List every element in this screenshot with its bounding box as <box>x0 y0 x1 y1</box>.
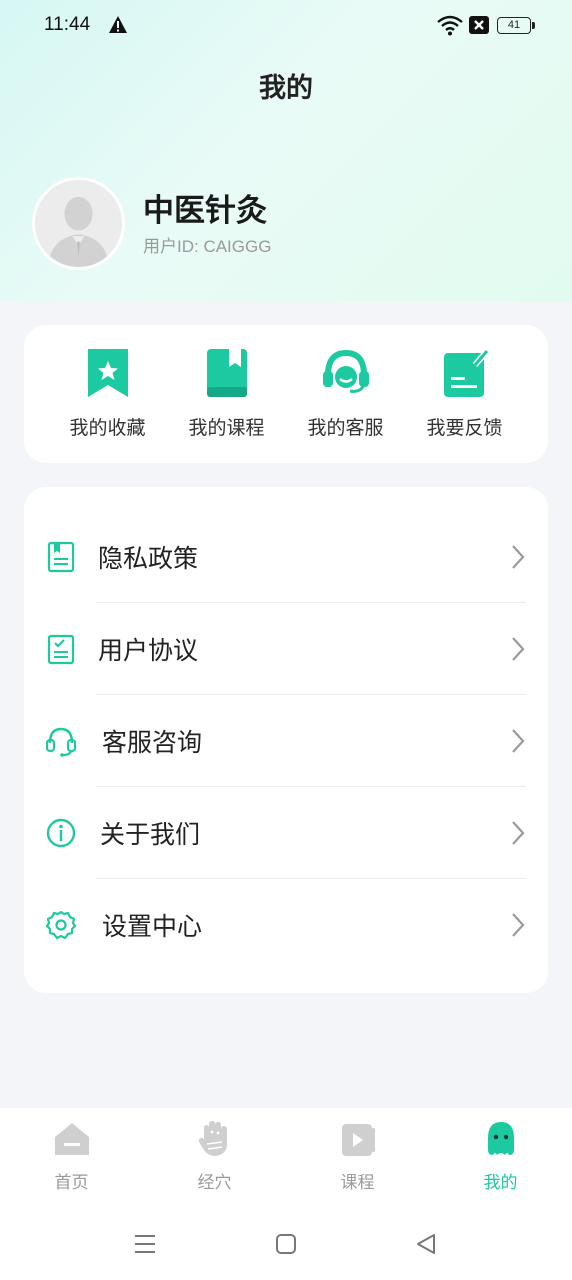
chevron-right-icon <box>512 913 525 937</box>
warning-icon <box>109 16 127 33</box>
menu-item-about[interactable]: 关于我们 <box>24 787 548 879</box>
chevron-right-icon <box>512 729 525 753</box>
default-avatar-icon <box>35 180 122 267</box>
bookmark-star-icon <box>88 349 128 397</box>
menu-item-label: 设置中心 <box>102 912 203 941</box>
quick-action-feedback[interactable]: 我要反馈 <box>399 325 530 463</box>
tab-label: 经穴 <box>197 1173 232 1193</box>
home-icon <box>55 1123 89 1155</box>
bottom-tab-bar: 首页 经穴 课程 我的 <box>0 1108 572 1208</box>
menu-item-label: 隐私政策 <box>98 544 199 573</box>
quick-action-label: 我的课程 <box>188 417 265 439</box>
battery-level: 41 <box>507 19 521 31</box>
menu-card: 隐私政策 用户协议 客服咨询 关于我们 设置中心 <box>24 487 548 993</box>
book-icon <box>207 349 247 397</box>
battery-icon: 41 <box>497 17 535 34</box>
avatar[interactable] <box>32 177 125 270</box>
edit-note-icon <box>444 349 489 397</box>
x-icon <box>469 16 489 34</box>
headset-icon <box>323 349 369 393</box>
agreement-clipboard-icon <box>47 634 75 665</box>
page-title: 我的 <box>259 73 313 104</box>
back-triangle-icon[interactable] <box>414 1232 438 1256</box>
quick-action-label: 我要反馈 <box>426 417 503 439</box>
video-icon <box>342 1124 375 1156</box>
mine-face-icon <box>488 1122 514 1155</box>
tab-label: 首页 <box>54 1173 89 1193</box>
menu-item-settings[interactable]: 设置中心 <box>24 879 548 971</box>
menu-item-agreement[interactable]: 用户协议 <box>24 603 548 695</box>
menu-item-label: 用户协议 <box>98 636 199 665</box>
chevron-right-icon <box>512 821 525 845</box>
headphones-icon <box>46 727 76 757</box>
status-time: 11:44 <box>44 14 91 35</box>
menu-item-consult[interactable]: 客服咨询 <box>24 695 548 787</box>
quick-action-label: 我的客服 <box>307 417 384 439</box>
tab-mine[interactable]: 我的 <box>429 1108 572 1208</box>
menu-item-privacy[interactable]: 隐私政策 <box>24 511 548 603</box>
acupoint-hand-icon <box>198 1121 227 1156</box>
status-bar: 11:44 41 <box>0 0 572 52</box>
menu-item-label: 客服咨询 <box>102 728 203 757</box>
system-navigation-bar <box>0 1208 572 1280</box>
quick-action-favorites[interactable]: 我的收藏 <box>42 325 173 463</box>
tab-acupoints[interactable]: 经穴 <box>143 1108 286 1208</box>
user-id: 用户ID: CAIGGG <box>143 237 272 256</box>
quick-actions-card: 我的收藏 我的课程 我的客服 我要反馈 <box>24 325 548 463</box>
home-square-icon[interactable] <box>274 1232 298 1256</box>
quick-action-label: 我的收藏 <box>69 417 146 439</box>
quick-action-courses[interactable]: 我的课程 <box>161 325 292 463</box>
chevron-right-icon <box>512 545 525 569</box>
settings-gear-icon <box>46 910 76 940</box>
privacy-doc-icon <box>47 541 75 573</box>
user-name: 中医针灸 <box>143 193 267 229</box>
wifi-icon <box>437 15 463 36</box>
chevron-right-icon <box>512 637 525 661</box>
tab-home[interactable]: 首页 <box>0 1108 143 1208</box>
tab-label: 我的 <box>483 1173 518 1193</box>
info-icon <box>46 818 76 848</box>
menu-item-label: 关于我们 <box>100 820 201 849</box>
quick-action-service[interactable]: 我的客服 <box>280 325 411 463</box>
tab-courses[interactable]: 课程 <box>286 1108 429 1208</box>
menu-lines-icon[interactable] <box>133 1232 157 1256</box>
tab-label: 课程 <box>340 1173 375 1193</box>
